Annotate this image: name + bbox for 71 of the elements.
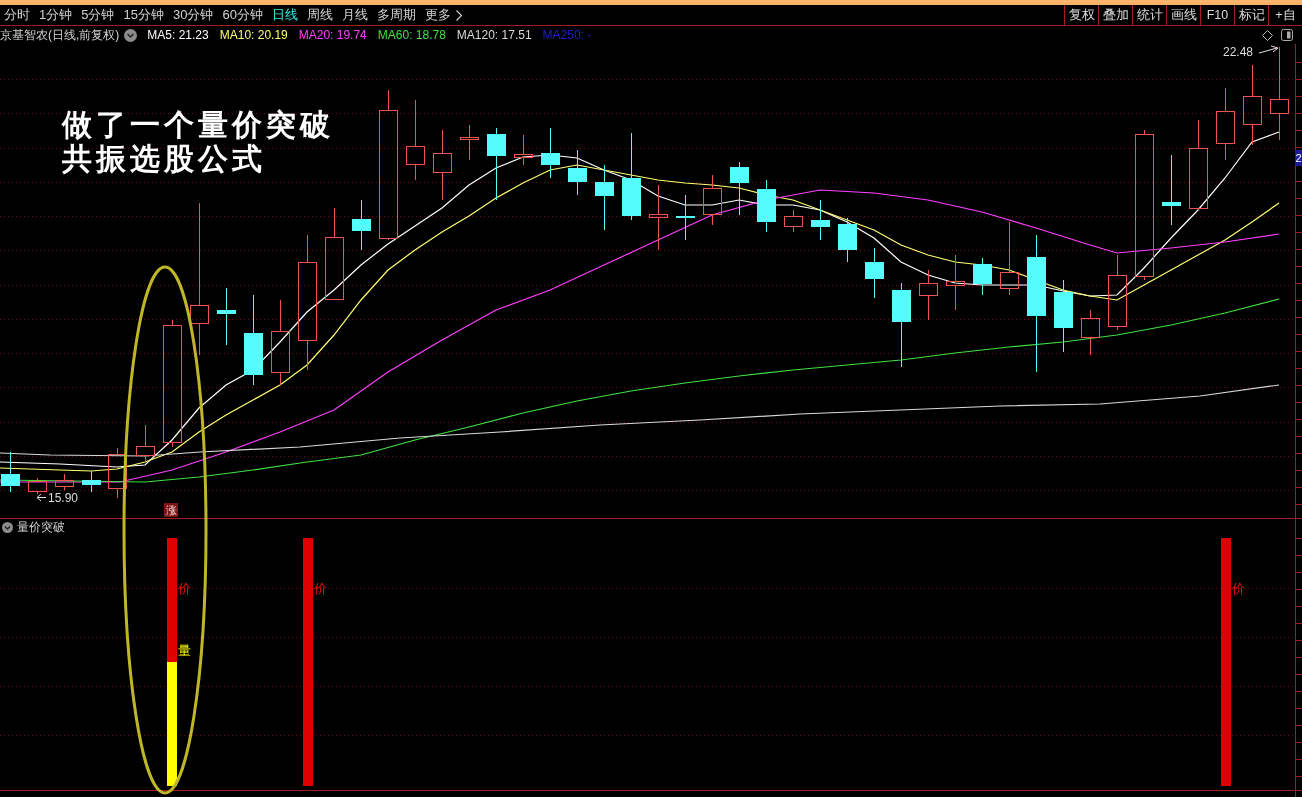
candlestick bbox=[541, 127, 560, 179]
candlestick bbox=[433, 129, 452, 201]
candlestick bbox=[595, 164, 614, 231]
candlestick bbox=[568, 149, 587, 196]
candlestick bbox=[136, 424, 155, 463]
candlestick bbox=[946, 254, 965, 311]
toolbar-button[interactable]: F10 bbox=[1200, 5, 1234, 25]
moving-average-value: MA20: 19.74 bbox=[298, 27, 367, 43]
annotation-text: 做了一个量价突破 bbox=[62, 108, 334, 142]
candlestick bbox=[838, 217, 857, 263]
candlestick bbox=[973, 257, 992, 296]
toolbar-button[interactable]: 画线 bbox=[1166, 5, 1200, 25]
candlestick bbox=[514, 134, 533, 166]
chevron-right-icon bbox=[455, 9, 462, 21]
moving-average-value: MA10: 20.19 bbox=[219, 27, 288, 43]
price-tag: 2 bbox=[1295, 150, 1302, 166]
period-tab[interactable]: 分时 bbox=[4, 5, 30, 25]
candlestick bbox=[108, 447, 127, 499]
candlestick bbox=[784, 209, 803, 233]
candlestick bbox=[865, 247, 884, 299]
moving-average-value: MA250: - bbox=[542, 27, 592, 43]
chevron-down-circle-icon[interactable] bbox=[2, 522, 13, 533]
candlestick bbox=[352, 199, 371, 251]
candlestick bbox=[649, 184, 668, 251]
period-tab[interactable]: 月线 bbox=[341, 5, 368, 25]
signal-label: 价 bbox=[178, 581, 191, 596]
panel-icon[interactable] bbox=[1281, 29, 1293, 41]
low-price-label: 15.90 bbox=[48, 491, 79, 505]
period-tab[interactable]: 60分钟 bbox=[222, 5, 263, 25]
candlestick bbox=[1162, 154, 1181, 226]
more-menu-button[interactable]: 更多 bbox=[424, 5, 462, 25]
period-tab[interactable]: 周线 bbox=[306, 5, 333, 25]
period-tab[interactable]: 1分钟 bbox=[39, 5, 73, 25]
candlestick bbox=[757, 179, 776, 233]
rise-tag: 涨 bbox=[164, 503, 178, 517]
candlestick bbox=[55, 473, 74, 491]
stock-title: 京基智农(日线,前复权) bbox=[0, 27, 120, 43]
moving-average-value: MA5: 21.23 bbox=[147, 27, 209, 43]
toolbar-button[interactable]: 叠加 bbox=[1098, 5, 1132, 25]
candlestick bbox=[460, 124, 479, 161]
diamond-icon[interactable] bbox=[1262, 29, 1273, 41]
period-tab[interactable]: 15分钟 bbox=[123, 5, 164, 25]
candlestick bbox=[217, 287, 236, 346]
period-tab[interactable]: 5分钟 bbox=[81, 5, 115, 25]
candlestick bbox=[82, 470, 101, 493]
candlestick bbox=[919, 269, 938, 321]
toolbar-button[interactable]: 标记 bbox=[1234, 5, 1268, 25]
toolbar-button[interactable]: +自 bbox=[1268, 5, 1302, 25]
pointer-arrow bbox=[36, 493, 47, 502]
annotation-text: 共振选股公式 bbox=[62, 142, 266, 176]
candlestick bbox=[730, 161, 749, 216]
period-tab[interactable]: 多周期 bbox=[376, 5, 416, 25]
candlestick bbox=[1081, 309, 1100, 356]
pointer-arrow bbox=[1258, 45, 1279, 54]
candlestick bbox=[703, 174, 722, 226]
chevron-down-circle-icon[interactable] bbox=[124, 28, 138, 42]
toolbar-button[interactable]: 复权 bbox=[1064, 5, 1098, 25]
indicator-title: 量价突破 bbox=[17, 520, 65, 535]
moving-average-value: MA120: 17.51 bbox=[456, 27, 532, 43]
period-tab[interactable]: 日线 bbox=[271, 5, 298, 25]
period-tab[interactable]: 30分钟 bbox=[172, 5, 214, 25]
candlestick bbox=[28, 477, 47, 495]
moving-average-value: MA60: 18.78 bbox=[377, 27, 446, 43]
signal-label: 价 bbox=[1232, 581, 1245, 596]
signal-label: 量 bbox=[178, 643, 191, 658]
high-price-label: 22.48 bbox=[1223, 45, 1254, 59]
toolbar-button[interactable]: 统计 bbox=[1132, 5, 1166, 25]
candlestick bbox=[1, 451, 20, 493]
signal-label: 价 bbox=[314, 581, 327, 596]
candlestick bbox=[676, 194, 695, 241]
candlestick bbox=[811, 199, 830, 241]
